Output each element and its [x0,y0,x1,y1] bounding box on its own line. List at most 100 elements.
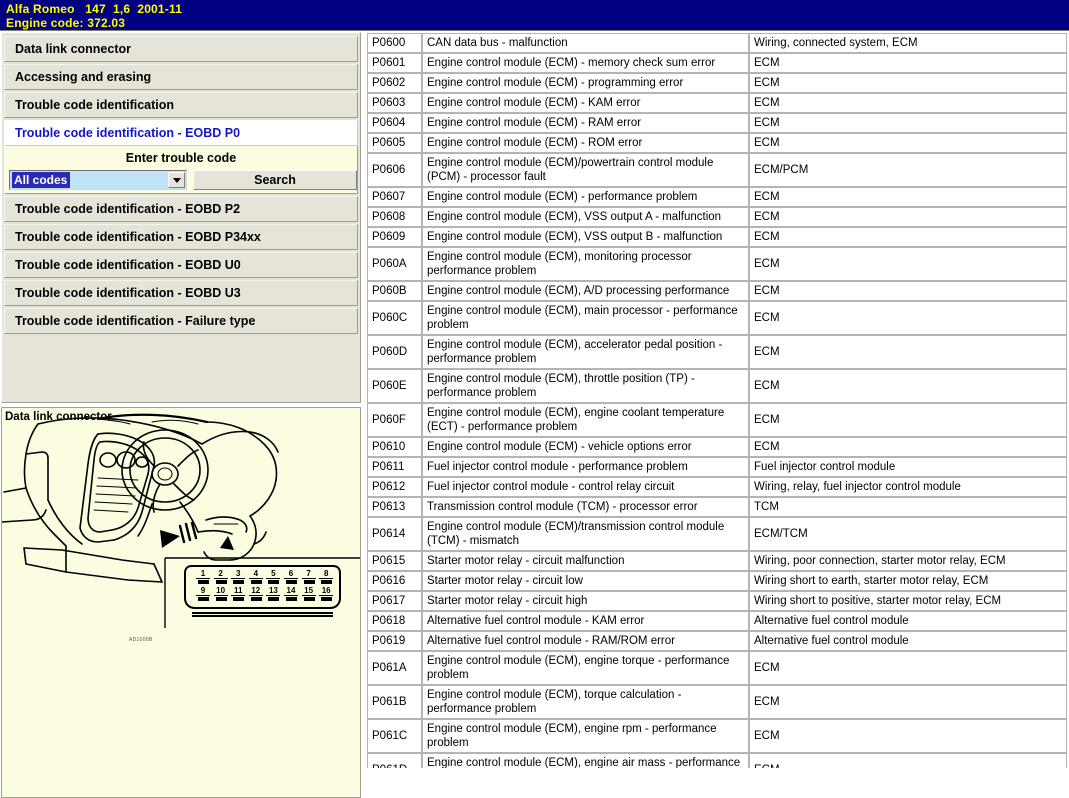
table-row[interactable]: P061DEngine control module (ECM), engine… [367,753,1067,768]
cell-description: Engine control module (ECM), engine torq… [422,651,749,685]
cell-probable-cause: ECM [749,685,1067,719]
cell-description: CAN data bus - malfunction [422,33,749,53]
connector-pin-slot-1 [198,580,209,584]
table-row[interactable]: P0604 Engine control module (ECM) - RAM e… [367,113,1067,133]
cell-code: P0604 [367,113,422,133]
cell-description: Starter motor relay - circuit low [422,571,749,591]
connector-pin-label-4: 4 [248,569,263,579]
connector-pin-label-15: 15 [301,586,316,596]
table-row[interactable]: P060B Engine control module (ECM), A/D pr… [367,281,1067,301]
cell-code: P0605 [367,133,422,153]
table-row[interactable]: P0617 Starter motor relay - circuit high W… [367,591,1067,611]
cell-code: P0606 [367,153,422,187]
navigation-panel: Data link connector Accessing and erasing… [1,32,361,403]
connector-pin-slot-5 [268,580,280,584]
sidebar-item-6[interactable]: Trouble code identification - EOBD U0 [4,252,358,278]
table-row[interactable]: P0600 CAN data bus - malfunction Wiring, c… [367,33,1067,53]
table-row[interactable]: P0606 Engine control module (ECM)/powertr… [367,153,1067,187]
table-row[interactable]: P0611 Fuel injector control module - perf… [367,457,1067,477]
table-row[interactable]: P060C Engine control module (ECM), main p… [367,301,1067,335]
connector-pin-slot-8 [321,580,333,584]
cell-probable-cause: ECM [749,187,1067,207]
cell-probable-cause: ECM/TCM [749,517,1067,551]
cell-probable-cause: Wiring short to positive, starter motor … [749,591,1067,611]
cell-description: Engine control module (ECM), monitoring … [422,247,749,281]
illustration-reference-code: AD1000B [129,637,153,643]
sidebar-item-2[interactable]: Trouble code identification [4,92,358,118]
sidebar-item-0[interactable]: Data link connector [4,36,358,62]
connector-pin-slot-3 [233,580,245,584]
connector-pin-label-13: 13 [266,586,281,596]
cell-probable-cause: ECM [749,369,1067,403]
table-row[interactable]: P0607 Engine control module (ECM) - perfo… [367,187,1067,207]
connector-pin-slot-6 [286,580,297,584]
table-row[interactable]: P0614 Engine control module (ECM)/transmi… [367,517,1067,551]
trouble-code-search-block: Enter trouble code All codes Search [4,146,358,194]
cell-probable-cause: ECM [749,753,1067,768]
table-row[interactable]: P0616 Starter motor relay - circuit low Wi… [367,571,1067,591]
table-row[interactable]: P061C Engine control module (ECM), engine… [367,719,1067,753]
table-row[interactable]: P060A Engine control module (ECM), monito… [367,247,1067,281]
cell-description: Engine control module (ECM), torque calc… [422,685,749,719]
cell-description: Starter motor relay - circuit malfunctio… [422,551,749,571]
engine-code-label: Engine code: 372.03 [6,16,126,30]
cell-probable-cause: ECM [749,301,1067,335]
table-row[interactable]: P0618 Alternative fuel control module - K… [367,611,1067,631]
cell-code: P061C [367,719,422,753]
table-row[interactable]: P060E Engine control module (ECM), thrott… [367,369,1067,403]
code-select[interactable]: All codes [9,170,187,190]
table-row[interactable]: P0605 Engine control module (ECM) - ROM e… [367,133,1067,153]
table-row[interactable]: P061A Engine control module (ECM), engine… [367,651,1067,685]
illustration-caption: Data link connector [5,411,112,423]
table-row[interactable]: P061B Engine control module (ECM), torque… [367,685,1067,719]
cell-description: Engine control module (ECM)/transmission… [422,517,749,551]
table-row[interactable]: P0619 Alternative fuel control module - R… [367,631,1067,651]
cell-probable-cause: ECM [749,53,1067,73]
sidebar-item-8[interactable]: Trouble code identification - Failure ty… [4,308,358,334]
cell-description: Engine control module (ECM), engine air … [422,753,749,768]
cell-probable-cause: Alternative fuel control module [749,611,1067,631]
table-row[interactable]: P0613 Transmission control module (TCM) -… [367,497,1067,517]
cell-probable-cause: Wiring, connected system, ECM [749,33,1067,53]
sidebar-item-3[interactable]: Trouble code identification - EOBD P0 [4,120,358,146]
cell-code: P0611 [367,457,422,477]
cell-probable-cause: Alternative fuel control module [749,631,1067,651]
cell-description: Engine control module (ECM), VSS output … [422,227,749,247]
cell-description: Engine control module (ECM), engine rpm … [422,719,749,753]
table-row[interactable]: P0612 Fuel injector control module - cont… [367,477,1067,497]
table-row[interactable]: P0610 Engine control module (ECM) - vehic… [367,437,1067,457]
sidebar-item-1[interactable]: Accessing and erasing [4,64,358,90]
cell-code: P060D [367,335,422,369]
table-row[interactable]: P0608 Engine control module (ECM), VSS ou… [367,207,1067,227]
connector-pin-label-16: 16 [319,586,334,596]
table-row[interactable]: P0601 Engine control module (ECM) - memor… [367,53,1067,73]
connector-pin-label-14: 14 [284,586,298,596]
sidebar-item-4[interactable]: Trouble code identification - EOBD P2 [4,196,358,222]
connector-pin-label-6: 6 [284,569,298,579]
table-row[interactable]: P0615 Starter motor relay - circuit malfu… [367,551,1067,571]
table-row[interactable]: P060D Engine control module (ECM), accele… [367,335,1067,369]
cell-description: Transmission control module (TCM) - proc… [422,497,749,517]
sidebar-item-5[interactable]: Trouble code identification - EOBD P34xx [4,224,358,250]
search-button[interactable]: Search [193,170,357,190]
cell-probable-cause: ECM [749,133,1067,153]
connector-pin-slot-9 [198,597,209,601]
cell-code: P0615 [367,551,422,571]
table-row[interactable]: P0602 Engine control module (ECM) - progr… [367,73,1067,93]
cell-code: P061D [367,753,422,768]
table-row[interactable]: P0609 Engine control module (ECM), VSS ou… [367,227,1067,247]
sidebar-item-7[interactable]: Trouble code identification - EOBD U3 [4,280,358,306]
cell-probable-cause: ECM [749,281,1067,301]
connector-pin-label-5: 5 [266,569,281,579]
table-row[interactable]: P060F Engine control module (ECM), engine… [367,403,1067,437]
cell-probable-cause: ECM [749,207,1067,227]
connector-pin-label-3: 3 [231,569,246,579]
cell-description: Engine control module (ECM), engine cool… [422,403,749,437]
cell-description: Engine control module (ECM) - RAM error [422,113,749,133]
cell-description: Engine control module (ECM) - ROM error [422,133,749,153]
chevron-down-icon[interactable] [168,172,185,188]
trouble-code-table-container[interactable]: P0600 CAN data bus - malfunction Wiring, c… [367,31,1069,768]
cell-description: Engine control module (ECM), VSS output … [422,207,749,227]
table-row[interactable]: P0603 Engine control module (ECM) - KAM e… [367,93,1067,113]
cell-probable-cause: ECM [749,73,1067,93]
